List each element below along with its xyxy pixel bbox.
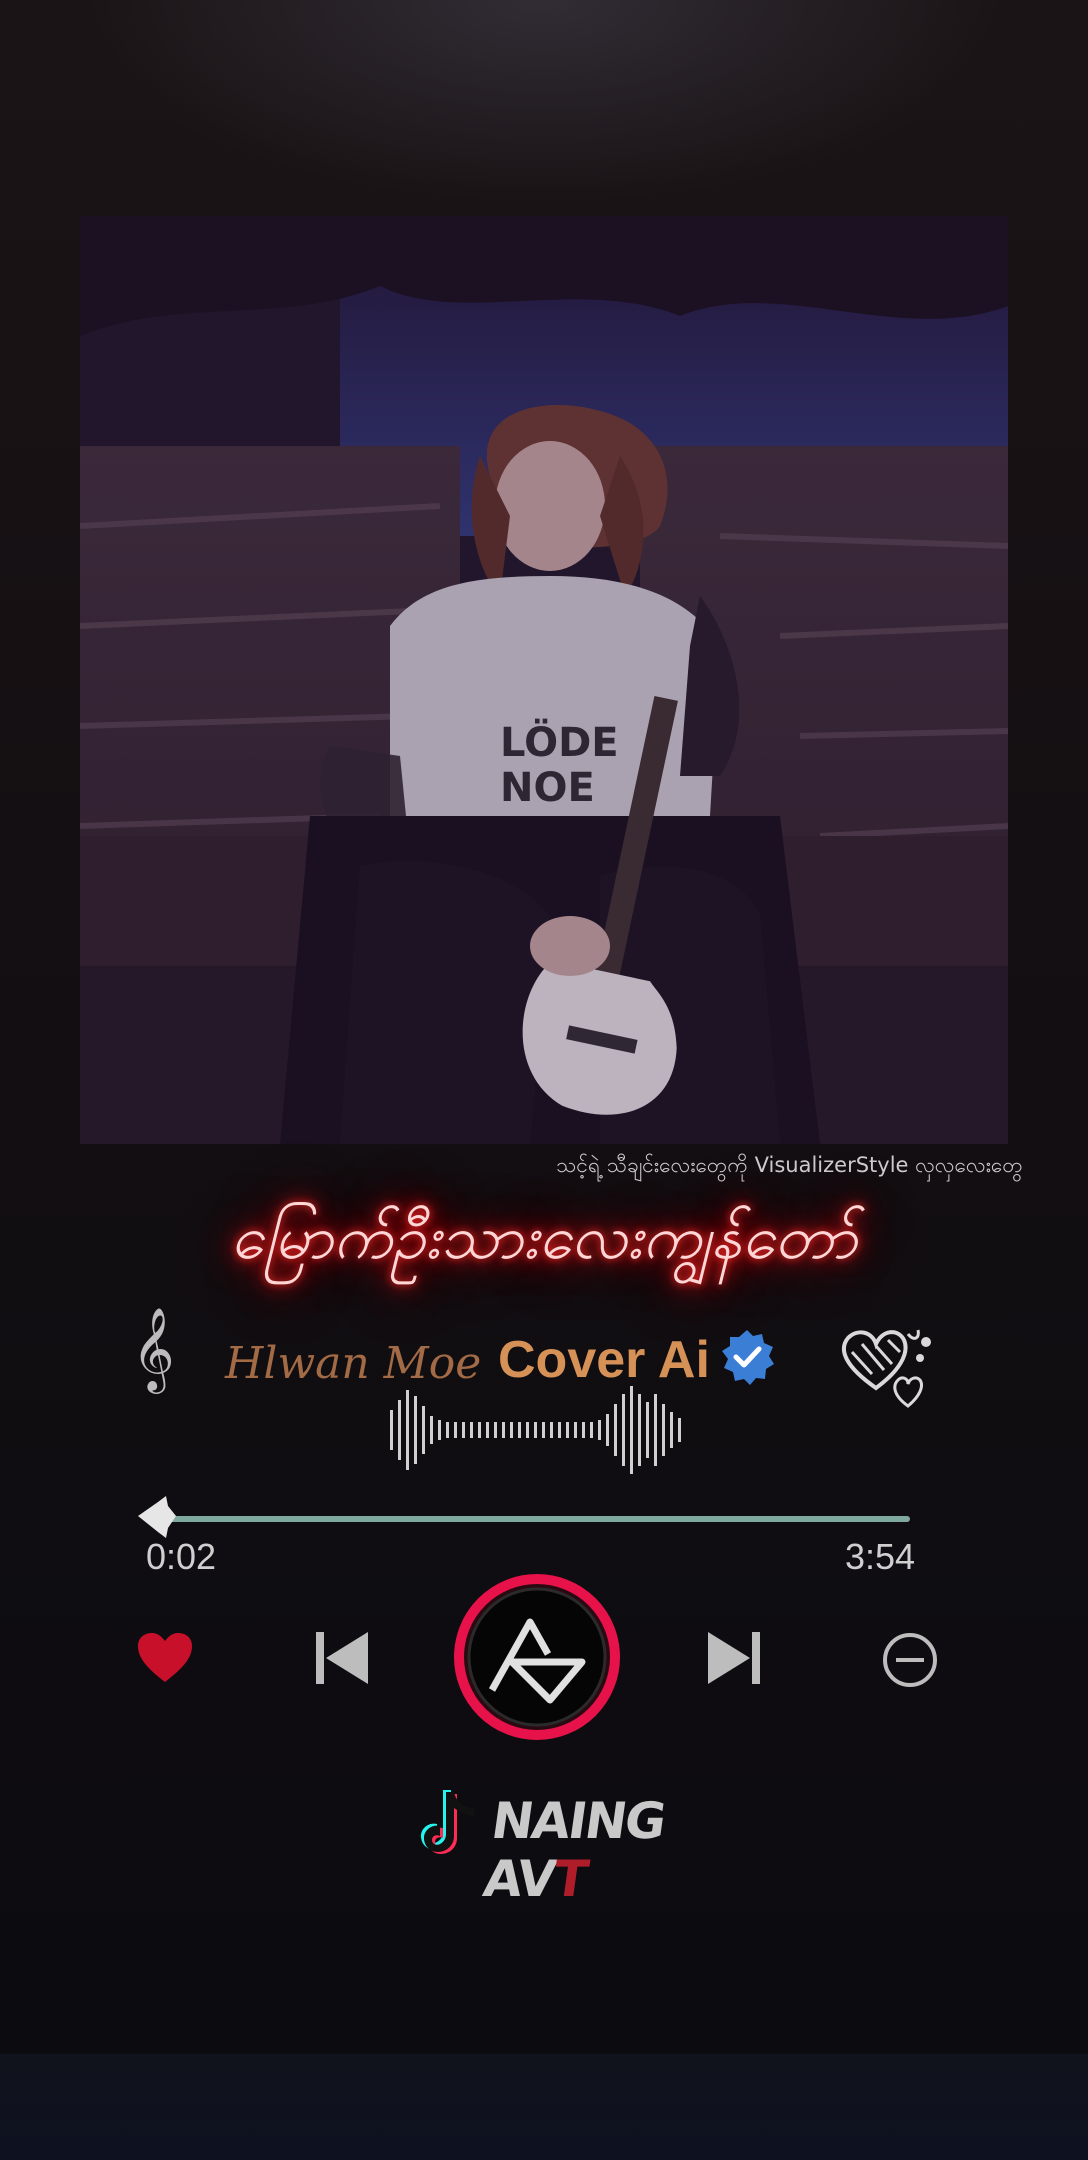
playback-controls	[0, 1570, 1088, 1750]
marquee-ticker: သင့်ရဲ့ သီချင်းလေးတွေကို VisualizerStyle…	[0, 1152, 1088, 1186]
ticker-text: သင့်ရဲ့ သီချင်းလေးတွေကို VisualizerStyle…	[556, 1153, 1023, 1177]
brand-watermark: NAING AVT	[420, 1782, 680, 1908]
brand-name: NAING AVT	[480, 1792, 688, 1908]
audio-visualizer	[388, 1380, 688, 1484]
treble-clef-icon: 𝄞	[132, 1306, 175, 1390]
skip-previous-icon[interactable]	[314, 1628, 370, 1692]
bottom-bar	[0, 2054, 1088, 2160]
brand-name-accent: T	[549, 1850, 591, 1908]
heart-icon[interactable]	[136, 1632, 194, 1688]
minus-circle-icon[interactable]	[882, 1632, 938, 1692]
skip-next-icon[interactable]	[706, 1628, 762, 1692]
verified-badge-icon	[718, 1328, 776, 1390]
progress-fill	[150, 1516, 910, 1522]
play-pause-button[interactable]	[450, 1570, 624, 1748]
album-art: LÖDE NOE	[80, 216, 1008, 1144]
hearts-doodle-icon	[836, 1322, 946, 1416]
top-glow	[0, 0, 1088, 240]
progress-bar[interactable]	[150, 1516, 910, 1522]
tiktok-icon	[420, 1788, 482, 1864]
song-title: မြောက်ဦးသားလေးကျွန်တော်	[230, 1203, 858, 1273]
